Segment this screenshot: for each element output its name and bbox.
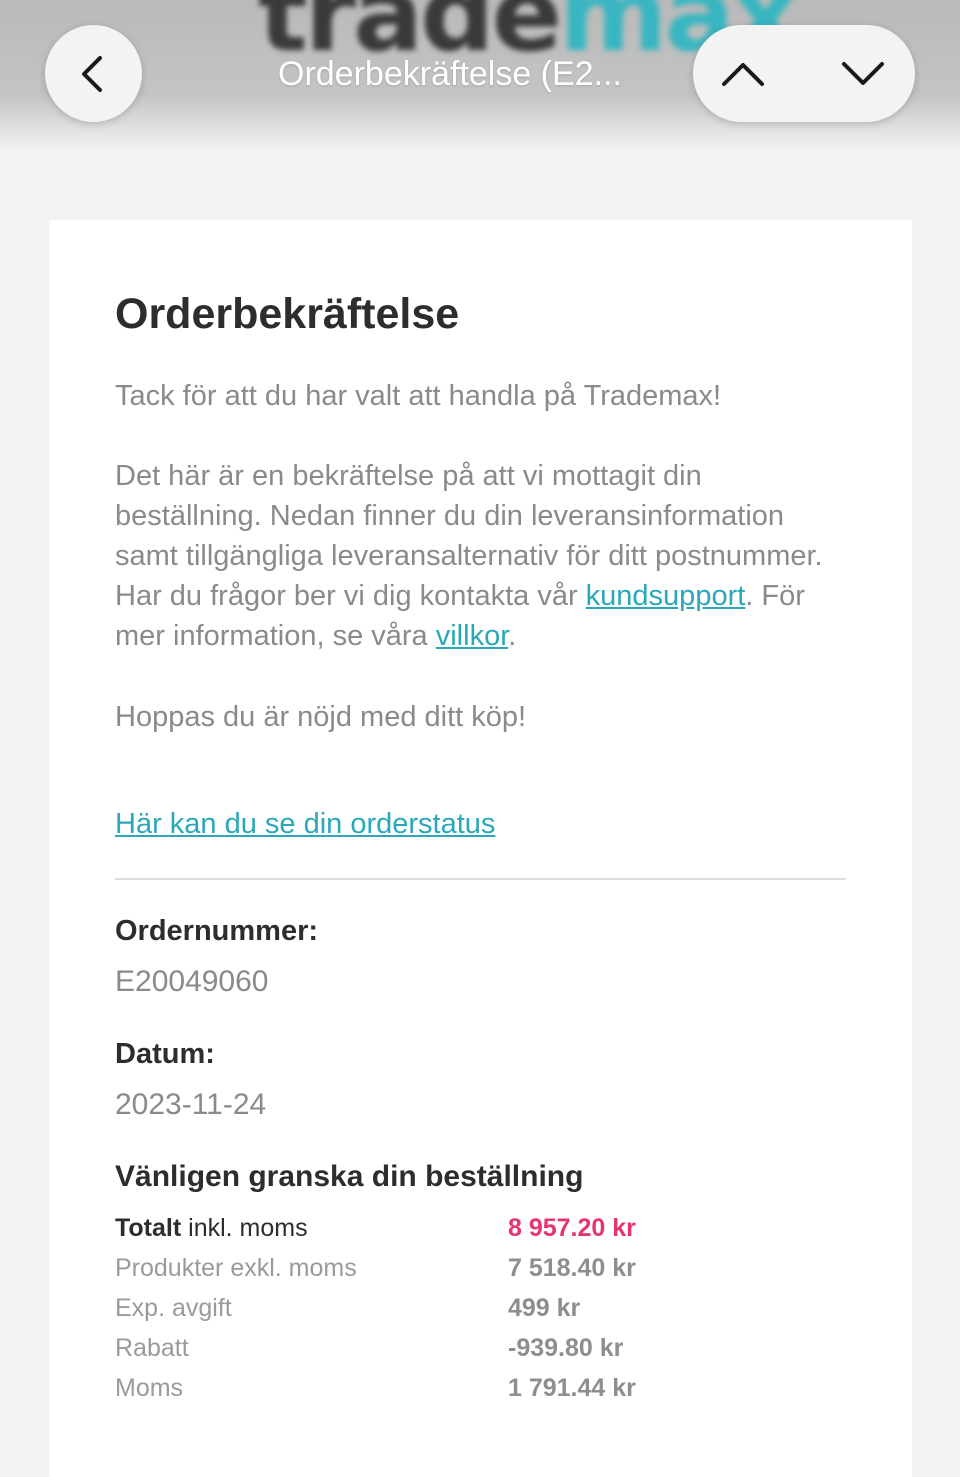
vat-label: Moms <box>115 1374 184 1402</box>
date-value: 2023-11-24 <box>115 1088 267 1121</box>
total-value: 8 957.20 kr <box>508 1214 636 1242</box>
review-heading: Vänligen granska din beställning <box>115 1160 584 1193</box>
order-status-link[interactable]: Här kan du se din orderstatus <box>115 804 495 844</box>
nav-title: Orderbekräftelse (E2... <box>278 55 622 93</box>
vat-value: 1 791.44 kr <box>508 1374 636 1402</box>
chevron-left-icon <box>81 55 102 92</box>
chevron-up-icon <box>722 62 764 86</box>
summary-row-total: Totalt inkl. moms 8 957.20 kr <box>115 1208 846 1248</box>
divider <box>115 878 846 880</box>
summary-row-vat: Moms 1 791.44 kr <box>115 1368 846 1408</box>
email-card: Orderbekräftelse Tack för att du har val… <box>49 220 912 1477</box>
total-label-bold: Totalt <box>115 1214 182 1242</box>
products-value: 7 518.40 kr <box>508 1254 636 1282</box>
thanks-text: Tack för att du har valt att handla på T… <box>115 380 722 412</box>
discount-label: Rabatt <box>115 1334 189 1362</box>
summary-row-products: Produkter exkl. moms 7 518.40 kr <box>115 1248 846 1288</box>
top-navigation-bar: trademax Orderbekräftelse (E2... <box>0 0 960 150</box>
order-number-value: E20049060 <box>115 965 269 998</box>
back-button[interactable] <box>45 25 142 122</box>
order-summary: Totalt inkl. moms 8 957.20 kr Produkter … <box>115 1208 846 1408</box>
closing-text: Hoppas du är nöjd med ditt köp! <box>115 701 527 733</box>
message-nav-pill <box>693 25 915 122</box>
summary-row-fee: Exp. avgift 499 kr <box>115 1288 846 1328</box>
date-label: Datum: <box>115 1038 215 1070</box>
fee-label: Exp. avgift <box>115 1294 232 1322</box>
fee-value: 499 kr <box>508 1294 581 1322</box>
next-message-button[interactable] <box>813 25 913 122</box>
terms-link[interactable]: villkor <box>436 620 509 652</box>
confirmation-paragraph: Det här är en bekräftelse på att vi mott… <box>115 456 846 656</box>
discount-value: -939.80 kr <box>508 1334 624 1362</box>
total-label: Totalt inkl. moms <box>115 1208 308 1248</box>
chevron-down-icon <box>842 61 884 85</box>
products-label: Produkter exkl. moms <box>115 1254 357 1282</box>
body-text-3: . <box>508 620 517 652</box>
total-label-rest: inkl. moms <box>181 1214 308 1242</box>
summary-row-discount: Rabatt -939.80 kr <box>115 1328 846 1368</box>
previous-message-button[interactable] <box>693 25 793 122</box>
email-heading: Orderbekräftelse <box>115 290 460 338</box>
support-link[interactable]: kundsupport <box>586 580 746 612</box>
order-number-label: Ordernummer: <box>115 915 319 947</box>
